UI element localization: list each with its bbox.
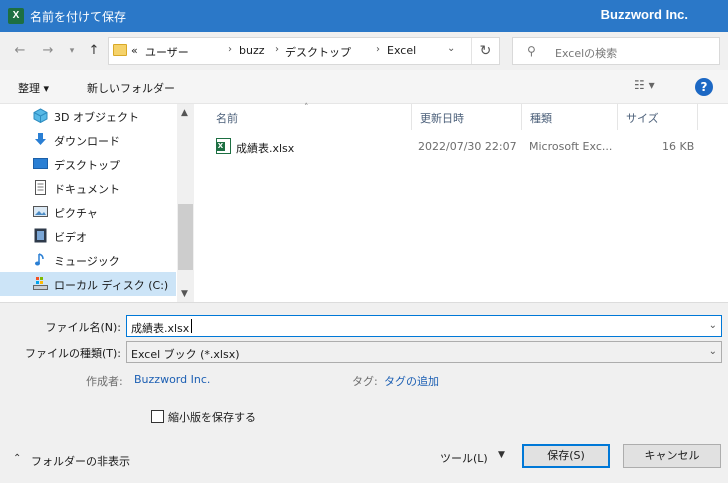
video-icon (34, 228, 47, 243)
sidebar-item-label: デスクトップ (54, 159, 120, 172)
author-value[interactable]: Buzzword Inc. (134, 373, 210, 386)
filetype-select[interactable]: Excel ブック (*.xlsx) ⌄ (126, 341, 722, 363)
excel-app-icon: X (8, 8, 24, 24)
address-dropdown-chevron-icon[interactable]: ⌄ (447, 43, 455, 54)
navigation-pane: 3D オブジェクト ダウンロード デスクトップ ドキュメント ピクチャ ビデオ … (0, 104, 194, 302)
drive-icon (33, 277, 48, 290)
folder-icon (113, 44, 127, 56)
tags-label: タグ: (352, 375, 378, 388)
cancel-button[interactable]: キャンセル (623, 444, 721, 468)
save-thumbnail-checkbox[interactable] (151, 410, 164, 423)
breadcrumb-excel[interactable]: Excel (387, 44, 416, 57)
organize-button[interactable]: 整理 ▾ (18, 80, 49, 96)
navigation-pane-scrollbar[interactable]: ▲ ▼ (177, 104, 194, 302)
brand-label: Buzzword Inc. (600, 7, 688, 22)
scroll-down-icon[interactable]: ▼ (181, 289, 188, 299)
excel-file-icon: X (216, 138, 231, 154)
picture-icon (33, 206, 48, 217)
breadcrumb-separator-icon[interactable]: › (228, 44, 232, 55)
table-row[interactable]: X 成績表.xlsx 2022/07/30 22:07 Microsoft Ex… (208, 137, 718, 157)
desktop-icon (33, 158, 48, 169)
new-folder-button[interactable]: 新しいフォルダー (87, 80, 175, 96)
search-input[interactable]: Excelの検索 (555, 45, 617, 61)
cube-icon (33, 108, 48, 123)
sidebar-item-label: 3D オブジェクト (54, 111, 139, 124)
sidebar-item-label: ローカル ディスク (C:) (54, 279, 169, 292)
view-options-icon[interactable]: ☷ ▾ (634, 78, 655, 92)
navigation-bar: ← → ▾ ↑ « › ユーザー buzz › デスクトップ › Excel ⌄… (0, 32, 728, 70)
title-bar: X 名前を付けて保存 Buzzword Inc. (0, 0, 728, 32)
filetype-label: ファイルの種類(T): (24, 347, 121, 360)
forward-arrow-icon[interactable]: → (40, 43, 56, 59)
chevron-down-icon[interactable]: ▼ (498, 450, 505, 460)
save-button[interactable]: 保存(S) (522, 444, 610, 468)
document-icon (35, 180, 46, 195)
author-label: 作成者: (86, 375, 123, 388)
breadcrumb-buzz[interactable]: buzz (239, 44, 265, 57)
breadcrumb-desktop[interactable]: デスクトップ (285, 44, 351, 60)
save-thumbnail-label[interactable]: 縮小版を保存する (168, 409, 256, 425)
chevron-down-icon[interactable]: ⌄ (709, 346, 717, 357)
download-icon (35, 133, 46, 145)
tools-menu-button[interactable]: ツール(L) (440, 450, 488, 466)
help-icon[interactable]: ? (695, 78, 713, 96)
sidebar-item-music[interactable]: ミュージック (0, 248, 176, 272)
file-size: 16 KB (662, 140, 695, 153)
file-name: 成績表.xlsx (236, 142, 295, 155)
file-list: 名前 ˄ 更新日時 種類 サイズ X 成績表.xlsx 2022/07/30 2… (194, 103, 728, 302)
breadcrumb-users[interactable]: ユーザー (145, 44, 189, 60)
refresh-icon[interactable]: ↻ (471, 38, 499, 64)
sidebar-item-pictures[interactable]: ピクチャ (0, 200, 176, 224)
column-header-name[interactable]: 名前 ˄ (208, 103, 412, 130)
file-type: Microsoft Exc... (529, 140, 613, 153)
sidebar-item-documents[interactable]: ドキュメント (0, 176, 176, 200)
sidebar-item-label: ピクチャ (54, 207, 98, 220)
filename-field[interactable]: 成績表.xlsx ⌄ (126, 315, 722, 337)
chevron-up-icon[interactable]: ⌃ (13, 453, 21, 464)
address-bar[interactable]: « › ユーザー buzz › デスクトップ › Excel ⌄ ↻ (108, 37, 500, 65)
chevron-down-icon[interactable]: ⌄ (709, 320, 717, 331)
sidebar-item-downloads[interactable]: ダウンロード (0, 128, 176, 152)
column-header-type[interactable]: 種類 (522, 104, 618, 130)
search-box[interactable]: ⚲ Excelの検索 (512, 37, 720, 65)
pane-divider (0, 302, 728, 303)
filename-label: ファイル名(N): (45, 321, 121, 334)
sidebar-item-label: ダウンロード (54, 135, 120, 148)
sidebar-item-label: ビデオ (54, 231, 87, 244)
column-header-modified[interactable]: 更新日時 (412, 104, 522, 130)
column-header-size[interactable]: サイズ (618, 104, 698, 130)
window-title: 名前を付けて保存 (30, 10, 127, 24)
sidebar-item-local-disk[interactable]: ローカル ディスク (C:) (0, 272, 176, 296)
scrollbar-thumb[interactable] (178, 204, 193, 270)
recent-locations-chevron-icon[interactable]: ▾ (64, 43, 80, 59)
search-icon: ⚲ (527, 44, 536, 58)
up-arrow-icon[interactable]: ↑ (86, 43, 102, 59)
breadcrumb-separator-icon[interactable]: › (275, 44, 279, 55)
breadcrumb-overflow[interactable]: « (131, 44, 138, 57)
command-toolbar: 整理 ▾ 新しいフォルダー ☷ ▾ ? (0, 70, 728, 104)
sidebar-item-3d-objects[interactable]: 3D オブジェクト (0, 104, 176, 128)
add-tag-link[interactable]: タグの追加 (384, 373, 439, 389)
breadcrumb-separator-icon[interactable]: › (376, 44, 380, 55)
file-modified: 2022/07/30 22:07 (418, 140, 517, 153)
sidebar-item-videos[interactable]: ビデオ (0, 224, 176, 248)
back-arrow-icon[interactable]: ← (12, 43, 28, 59)
text-cursor (191, 319, 192, 333)
sidebar-item-label: ミュージック (54, 255, 120, 268)
scroll-up-icon[interactable]: ▲ (181, 108, 188, 118)
hide-folders-button[interactable]: フォルダーの非表示 (31, 453, 130, 469)
sort-ascending-icon: ˄ (304, 103, 309, 113)
sidebar-item-desktop[interactable]: デスクトップ (0, 152, 176, 176)
sidebar-item-label: ドキュメント (54, 183, 120, 196)
music-icon (35, 253, 44, 266)
